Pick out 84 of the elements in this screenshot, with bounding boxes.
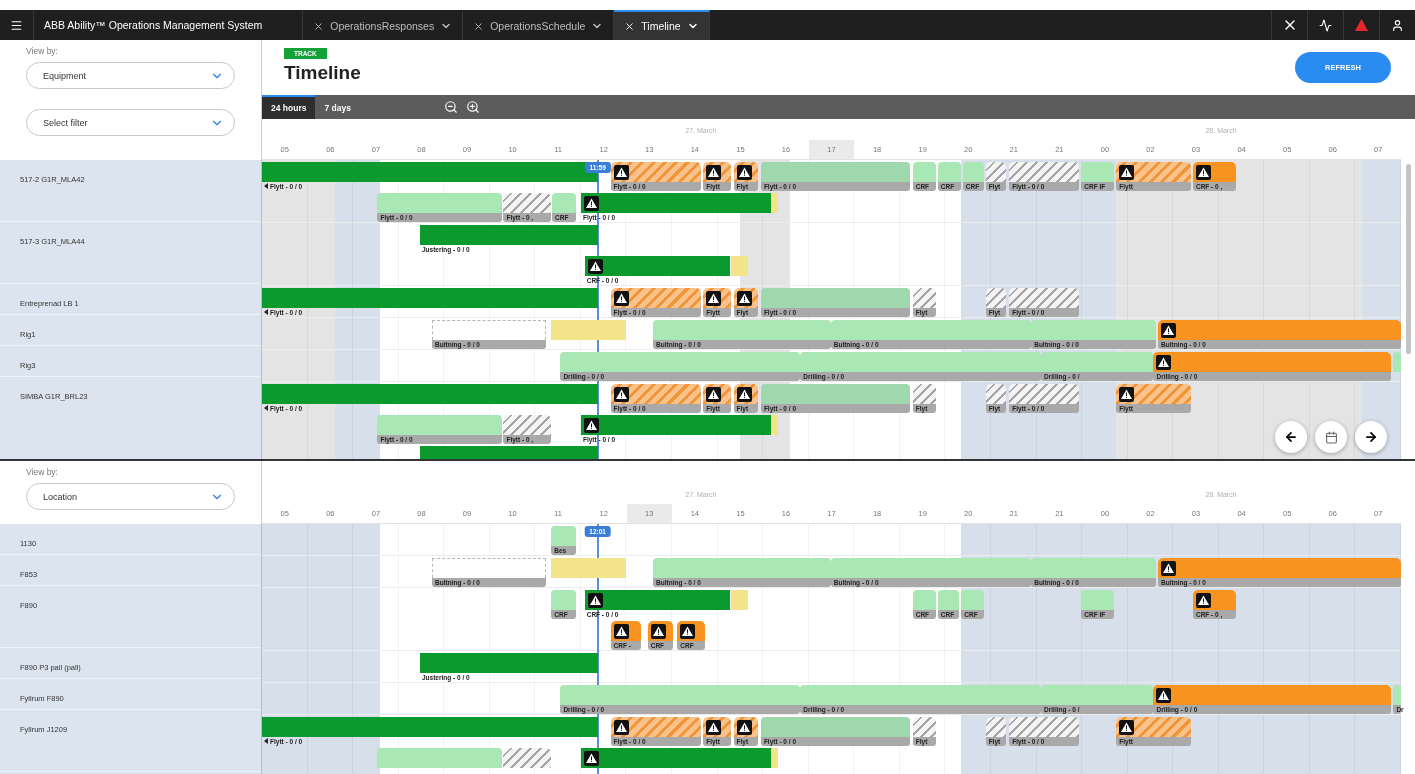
task-bar[interactable] [733, 717, 758, 737]
warning-icon [583, 750, 599, 766]
task-bar[interactable] [703, 162, 731, 182]
menu-icon[interactable] [10, 18, 23, 32]
task-bar[interactable] [703, 288, 731, 308]
task-bar[interactable] [733, 288, 758, 308]
task-bar[interactable] [610, 288, 701, 308]
warning-icon [613, 719, 629, 735]
task-bar[interactable] [1153, 352, 1392, 372]
warning-icon [583, 195, 599, 211]
zoom-in-icon [465, 100, 480, 114]
task-bar[interactable] [1116, 384, 1192, 404]
scrollbar[interactable] [1405, 164, 1411, 354]
task-bar[interactable] [647, 621, 673, 641]
view-by-label: View by: [26, 46, 59, 56]
warning-icon [736, 719, 752, 735]
warning-icon [736, 164, 752, 180]
warning-icon [1156, 687, 1172, 703]
pending-bar[interactable] [770, 193, 779, 213]
warning-icon [706, 290, 722, 306]
warning-icon [1195, 592, 1211, 608]
warning-icon [706, 386, 722, 402]
pending-bar[interactable] [770, 748, 779, 768]
task-bar[interactable] [1192, 590, 1237, 610]
caret-left-icon [264, 183, 268, 189]
calendar-icon [1324, 430, 1338, 444]
caret-left-icon [264, 309, 268, 315]
warning-icon [613, 623, 629, 639]
warning-icon [1161, 322, 1176, 338]
warning-icon [736, 386, 752, 402]
warning-icon [706, 164, 722, 180]
warning-icon [1156, 354, 1172, 370]
task-bar[interactable] [610, 162, 701, 182]
task-bar[interactable] [1116, 162, 1192, 182]
page-title: Timeline [284, 62, 361, 84]
range-tab[interactable]: 24 hours [262, 95, 316, 119]
caret-left-icon [264, 405, 268, 411]
task-bar[interactable] [677, 621, 706, 641]
task-bar[interactable] [610, 621, 641, 641]
view-by-select[interactable]: Location [26, 483, 235, 510]
task-bar[interactable] [703, 717, 731, 737]
task-bar[interactable] [733, 384, 758, 404]
zoom-out-icon [443, 100, 458, 114]
task-bar[interactable] [733, 162, 758, 182]
view-by-label: View by: [26, 467, 59, 477]
warning-icon [613, 386, 629, 402]
alert-triangle-icon[interactable] [1355, 19, 1368, 31]
task-bar[interactable] [1153, 685, 1392, 705]
app-title: ABB Ability™ Operations Management System [44, 19, 263, 31]
caret-left-icon [264, 738, 268, 744]
close-icon[interactable] [313, 20, 325, 32]
warning-icon [587, 592, 603, 608]
warning-icon [736, 290, 752, 306]
warning-icon [1119, 164, 1135, 180]
warning-icon [1161, 560, 1176, 576]
task-bar[interactable] [584, 590, 731, 610]
task-bar[interactable] [1116, 717, 1192, 737]
task-bar[interactable] [1158, 320, 1401, 340]
task-bar[interactable] [610, 384, 701, 404]
task-bar[interactable] [1158, 558, 1401, 578]
warning-icon [613, 290, 629, 306]
warning-icon [1119, 386, 1135, 402]
warning-icon [650, 623, 666, 639]
user-icon[interactable] [1391, 18, 1404, 32]
range-tab[interactable]: 7 days [315, 95, 360, 119]
warning-icon [1119, 719, 1135, 735]
activity-icon[interactable] [1319, 18, 1332, 32]
close-icon[interactable] [473, 20, 485, 32]
task-bar[interactable] [584, 256, 731, 276]
filter-select[interactable]: Select filter [26, 109, 235, 136]
task-bar[interactable] [703, 384, 731, 404]
warning-icon [583, 417, 599, 433]
warning-icon [1195, 164, 1211, 180]
warning-icon [706, 719, 722, 735]
pending-bar[interactable] [770, 415, 779, 435]
task-bar[interactable] [1192, 162, 1237, 182]
view-by-select[interactable]: Equipment [26, 62, 235, 89]
app-tab[interactable]: OperationsResponses [303, 10, 464, 40]
app-tab[interactable]: Timeline [614, 10, 710, 40]
close-icon[interactable] [624, 20, 636, 32]
warning-icon [613, 164, 629, 180]
warning-icon [587, 258, 603, 274]
warning-icon [680, 623, 696, 639]
task-bar[interactable] [610, 717, 701, 737]
